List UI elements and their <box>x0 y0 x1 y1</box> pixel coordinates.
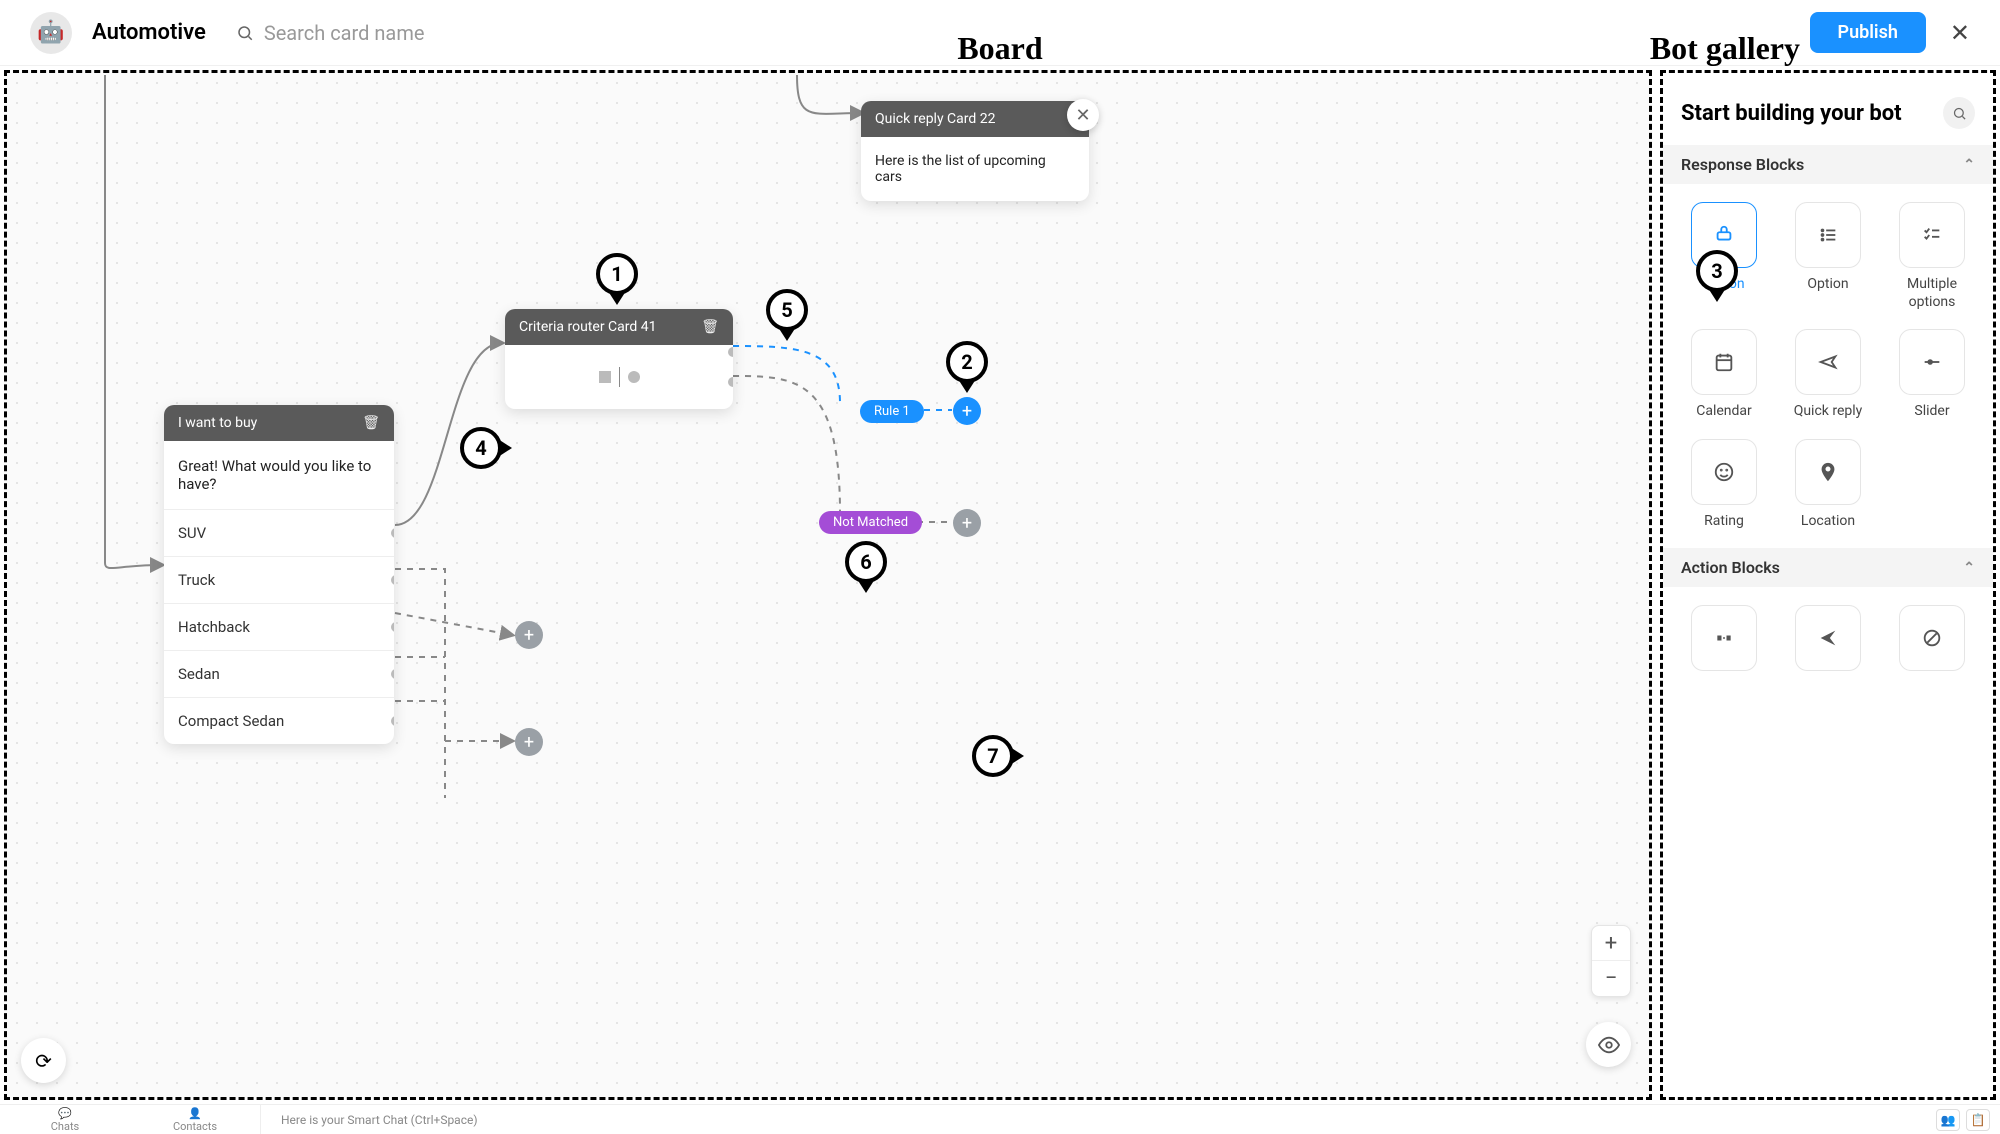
add-rule-button[interactable]: + <box>953 397 981 425</box>
zoom-out-button[interactable]: − <box>1592 961 1630 996</box>
collapse-icon[interactable]: ⌃ <box>1963 560 1975 576</box>
board-label: Board <box>957 30 1042 67</box>
annotation-6: 6 <box>845 541 887 583</box>
collapse-icon[interactable]: ⌃ <box>1963 157 1975 173</box>
gallery-label: Bot gallery <box>1650 30 1800 67</box>
project-name: Automotive <box>92 20 206 45</box>
option-compact-sedan[interactable]: Compact Sedan <box>164 697 394 744</box>
bot-avatar: 🤖 <box>30 12 72 54</box>
search-icon <box>236 24 254 42</box>
quick-reply-card[interactable]: Quick reply Card 22 Here is the list of … <box>861 101 1089 201</box>
card-title: Criteria router Card 41 <box>519 319 656 335</box>
board-canvas[interactable]: Quick reply Card 22 Here is the list of … <box>4 70 1652 1100</box>
refresh-button[interactable]: ⟳ <box>21 1038 66 1083</box>
footer-clipboard-icon[interactable]: 📋 <box>1966 1109 1990 1131</box>
rule-badge[interactable]: Rule 1 <box>860 400 924 423</box>
action-blocks-section: Action Blocks ⌃ <box>1663 548 1993 587</box>
action-block-1[interactable] <box>1677 605 1771 671</box>
footer-people-icon[interactable]: 👥 <box>1936 1109 1960 1131</box>
annotation-4: 4 <box>460 427 502 469</box>
block-option[interactable]: Option <box>1781 202 1875 311</box>
not-matched-badge[interactable]: Not Matched <box>819 511 922 534</box>
card-body: Here is the list of upcoming cars <box>861 137 1089 201</box>
annotation-1: 1 <box>596 253 638 295</box>
gallery-search-button[interactable] <box>1943 97 1975 129</box>
app-header: 🤖 Automotive Board Bot gallery Publish ✕ <box>0 0 2000 66</box>
annotation-3: 3 <box>1696 250 1738 292</box>
add-not-matched-button[interactable]: + <box>953 509 981 537</box>
search-input[interactable] <box>264 21 524 45</box>
preview-button[interactable] <box>1586 1022 1631 1067</box>
add-node-button[interactable]: + <box>515 621 543 649</box>
output-port[interactable] <box>728 347 733 357</box>
footer-nav-contacts[interactable]: 👤 Contacts <box>130 1107 260 1133</box>
action-block-3[interactable] <box>1885 605 1979 671</box>
block-calendar[interactable]: Calendar <box>1677 329 1771 421</box>
block-quick-reply[interactable]: Quick reply <box>1781 329 1875 421</box>
options-card[interactable]: I want to buy 🗑 Great! What would you li… <box>164 405 394 744</box>
block-multiple-options[interactable]: Multiple options <box>1885 202 1979 311</box>
response-blocks-section: Response Blocks ⌃ <box>1663 145 1993 184</box>
option-hatchback[interactable]: Hatchback <box>164 603 394 650</box>
block-location[interactable]: Location <box>1781 439 1875 531</box>
option-truck[interactable]: Truck <box>164 556 394 603</box>
block-slider[interactable]: Slider <box>1885 329 1979 421</box>
zoom-controls: + − <box>1591 925 1631 997</box>
card-title: Quick reply Card 22 <box>875 111 996 127</box>
annotation-2: 2 <box>946 341 988 383</box>
trash-icon[interactable]: 🗑 <box>362 415 380 431</box>
trash-icon[interactable]: 🗑 <box>701 319 719 335</box>
add-node-button[interactable]: + <box>515 728 543 756</box>
chat-icon: 💬 <box>58 1107 72 1120</box>
card-header: Quick reply Card 22 <box>861 101 1089 137</box>
criteria-body[interactable] <box>505 345 733 409</box>
close-card-button[interactable]: ✕ <box>1067 99 1099 131</box>
search-wrap <box>236 21 524 45</box>
criteria-router-card[interactable]: Criteria router Card 41 🗑 <box>505 309 733 409</box>
response-blocks-grid: Button Option Multiple options Calendar … <box>1663 184 1993 548</box>
gallery-title: Start building your bot <box>1681 101 1902 126</box>
footer-nav-chats[interactable]: 💬 Chats <box>0 1107 130 1133</box>
smart-chat-hint: Here is your Smart Chat (Ctrl+Space) <box>260 1105 478 1134</box>
card-title: I want to buy <box>178 415 257 431</box>
card-header: Criteria router Card 41 🗑 <box>505 309 733 345</box>
footer-bar: 💬 Chats 👤 Contacts Here is your Smart Ch… <box>0 1104 2000 1134</box>
section-title: Response Blocks <box>1681 155 1804 174</box>
card-prompt: Great! What would you like to have? <box>164 441 394 509</box>
card-header: I want to buy 🗑 <box>164 405 394 441</box>
option-suv[interactable]: SUV <box>164 509 394 556</box>
publish-button[interactable]: Publish <box>1810 12 1926 53</box>
bot-gallery-panel: Start building your bot Response Blocks … <box>1660 70 1996 1100</box>
option-sedan[interactable]: Sedan <box>164 650 394 697</box>
options-list: SUV Truck Hatchback Sedan Compact Sedan <box>164 509 394 744</box>
output-port[interactable] <box>728 377 733 387</box>
action-blocks-grid <box>1663 587 1993 689</box>
action-block-2[interactable] <box>1781 605 1875 671</box>
annotation-5: 5 <box>766 289 808 331</box>
contacts-icon: 👤 <box>188 1107 202 1120</box>
zoom-in-button[interactable]: + <box>1592 926 1630 961</box>
close-icon[interactable]: ✕ <box>1950 19 1970 47</box>
section-title: Action Blocks <box>1681 558 1780 577</box>
block-rating[interactable]: Rating <box>1677 439 1771 531</box>
annotation-7: 7 <box>972 735 1014 777</box>
